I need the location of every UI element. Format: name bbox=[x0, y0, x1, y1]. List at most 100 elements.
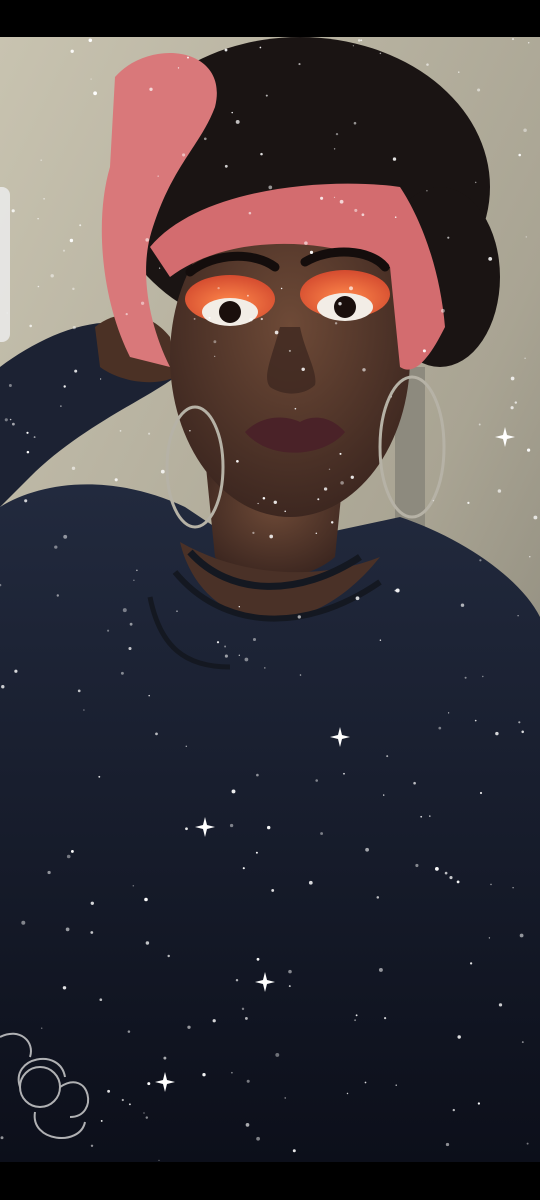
sparkle-dot bbox=[93, 91, 98, 96]
sparkle-dot bbox=[438, 726, 442, 730]
sparkle-dot bbox=[246, 294, 249, 297]
sparkle-dot bbox=[384, 1017, 387, 1020]
sparkle-dot bbox=[288, 985, 291, 988]
sparkle-dot bbox=[474, 181, 477, 184]
right-pupil bbox=[334, 296, 356, 318]
sparkle-dot bbox=[50, 274, 54, 278]
sparkle-dot bbox=[11, 422, 15, 426]
sparkle-dot bbox=[458, 71, 460, 73]
sparkle-dot bbox=[208, 316, 211, 319]
sparkle-dot bbox=[90, 931, 94, 934]
sparkle-dot bbox=[456, 880, 460, 884]
sparkle-dot bbox=[189, 430, 191, 432]
photo[interactable] bbox=[0, 37, 540, 1162]
sparkle-dot bbox=[14, 669, 18, 673]
sparkle-dot bbox=[320, 832, 324, 835]
sparkle-dot bbox=[444, 871, 448, 875]
sparkle-dot bbox=[147, 1082, 151, 1086]
sparkle-dot bbox=[482, 675, 484, 678]
sparkle-dot bbox=[119, 430, 122, 432]
sparkle-dot bbox=[43, 197, 45, 200]
sparkle-dot bbox=[160, 469, 165, 474]
sparkle-dot bbox=[148, 432, 151, 435]
sparkle-dot bbox=[224, 164, 228, 168]
sparkle-dot bbox=[216, 641, 220, 644]
sparkle-dot bbox=[257, 502, 259, 505]
sparkle-dot bbox=[360, 39, 363, 42]
sparkle-dot bbox=[510, 406, 514, 410]
sparkle-dot bbox=[125, 312, 128, 316]
sparkle-dot bbox=[224, 645, 227, 648]
sparkle-dot bbox=[511, 38, 515, 41]
sparkle-dot bbox=[202, 1073, 206, 1077]
sparkle-dot bbox=[415, 863, 419, 868]
sparkle-dot bbox=[308, 880, 313, 885]
sparkle-dot bbox=[136, 569, 138, 572]
sparkle-dot bbox=[526, 1142, 529, 1145]
sparkle-dot bbox=[70, 849, 74, 853]
sparkle-dot bbox=[132, 885, 135, 887]
sparkle-dot bbox=[264, 667, 266, 669]
sparkle-dot bbox=[21, 920, 26, 925]
sparkle-dot bbox=[335, 132, 339, 136]
sparkle-dot bbox=[328, 468, 331, 471]
sparkle-dot bbox=[145, 1116, 149, 1119]
sparkle-dot bbox=[284, 1097, 286, 1099]
sparkle-dot bbox=[265, 94, 268, 97]
sparkle-dot bbox=[512, 886, 514, 889]
sparkle-dot bbox=[79, 224, 82, 227]
sparkle-dot bbox=[74, 369, 78, 373]
sparkle-dot bbox=[339, 199, 344, 204]
sparkle-dot bbox=[395, 1084, 397, 1086]
sparkle-dot bbox=[33, 436, 36, 439]
sparkle-dot bbox=[77, 689, 81, 693]
sparkle-dot bbox=[69, 238, 74, 243]
sparkle-dot bbox=[62, 986, 67, 990]
sparkle-dot bbox=[40, 159, 43, 162]
sparkle-dot bbox=[63, 385, 66, 388]
sparkle-dot bbox=[309, 250, 314, 254]
sparkle-dot bbox=[288, 969, 292, 974]
sparkle-dot bbox=[99, 378, 102, 380]
sparkle-dot bbox=[248, 211, 252, 215]
sparkle-dot bbox=[304, 241, 308, 245]
sparkle-dot bbox=[467, 501, 470, 505]
sparkle-dot bbox=[114, 478, 118, 482]
sparkle-dot bbox=[525, 236, 528, 238]
sparkle-dot bbox=[217, 286, 220, 290]
sparkle-dot bbox=[280, 287, 283, 290]
sparkle-dot bbox=[529, 556, 531, 558]
sparkle-dot bbox=[238, 654, 240, 656]
sparkle-dot bbox=[346, 1092, 349, 1095]
sparkle-dot bbox=[395, 588, 400, 593]
edge-panel-handle[interactable] bbox=[0, 187, 10, 342]
sparkle-dot bbox=[413, 781, 416, 785]
sparkle-dot bbox=[47, 870, 51, 875]
sparkle-dot bbox=[518, 153, 521, 157]
sparkle-dot bbox=[376, 896, 380, 899]
sparkle-dot bbox=[490, 883, 492, 886]
sparkle-dot bbox=[29, 324, 32, 328]
sparkle-dot bbox=[355, 1014, 358, 1017]
sparkle-dot bbox=[267, 825, 271, 830]
sparkle-dot bbox=[478, 423, 481, 426]
sparkle-dot bbox=[521, 730, 524, 734]
sparkle-dot bbox=[256, 957, 260, 961]
sparkle-dot bbox=[37, 217, 39, 220]
sparkle-dot bbox=[252, 637, 257, 642]
sparkle-dot bbox=[378, 967, 383, 972]
sparkle-dot bbox=[440, 308, 445, 313]
sparkle-dot bbox=[390, 396, 393, 398]
sparkle-dot bbox=[299, 674, 302, 676]
sparkle-dot bbox=[435, 867, 439, 871]
sparkle-dot bbox=[155, 732, 158, 736]
sparkle-dot bbox=[149, 87, 153, 91]
sparkle-dot bbox=[140, 301, 145, 305]
sparkle-dot bbox=[524, 357, 526, 359]
sparkle-dot bbox=[422, 349, 426, 353]
sparkle-dot bbox=[497, 489, 502, 493]
sparkle-dot bbox=[244, 1016, 248, 1020]
sparkle-dot bbox=[379, 639, 382, 641]
sparkle-dot bbox=[349, 286, 353, 291]
sparkle-dot bbox=[498, 1003, 503, 1007]
